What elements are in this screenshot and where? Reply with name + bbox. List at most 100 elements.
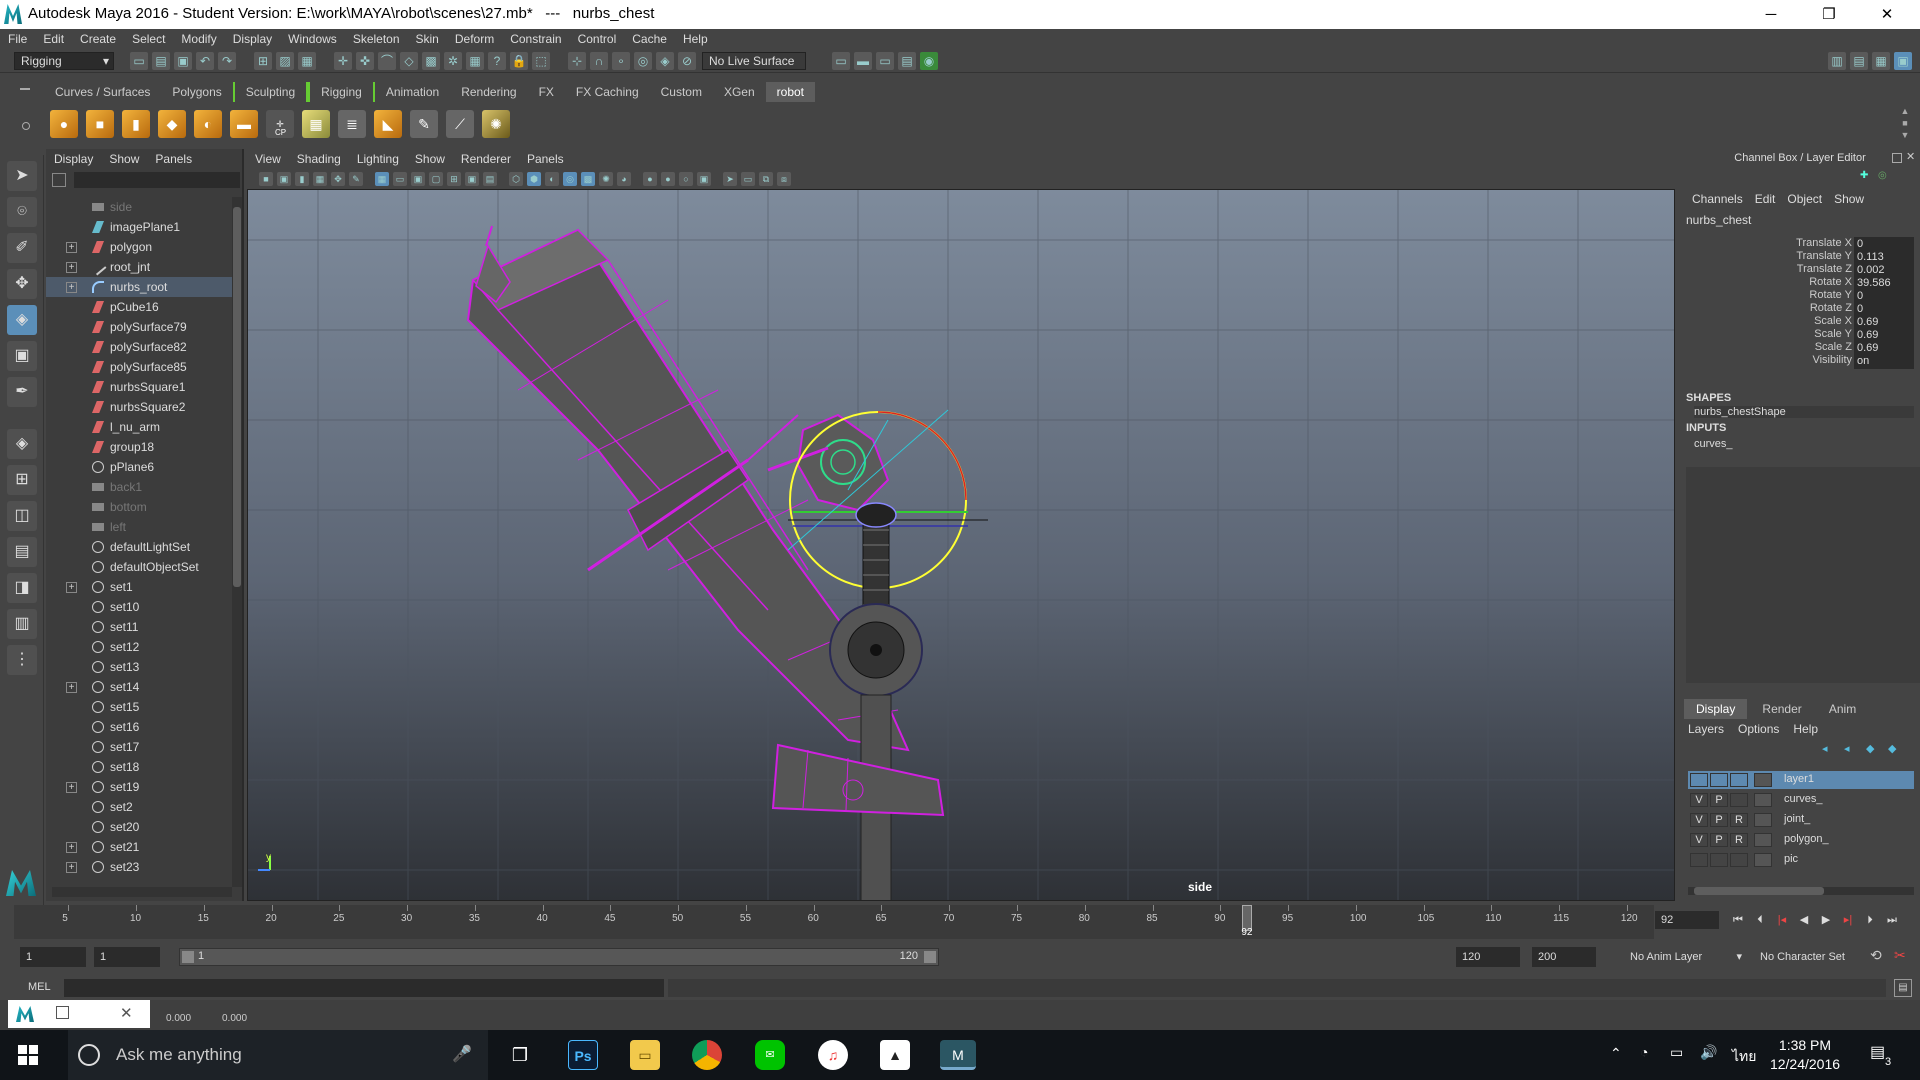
shelf-tab-curves-surfaces[interactable]: Curves / Surfaces (44, 82, 161, 102)
step-forward-frame-icon[interactable]: ⏵ (1861, 911, 1879, 929)
channel-row[interactable]: Visibility on (1680, 354, 1916, 370)
outliner-menu-display[interactable]: Display (46, 149, 101, 169)
range-slider[interactable]: 1 120 (179, 948, 939, 966)
hypershade-icon[interactable]: ◉ (920, 51, 938, 70)
outliner-item[interactable]: imagePlane1 (46, 217, 232, 237)
outliner-item[interactable]: nurbsSquare2 (46, 397, 232, 417)
side-by-side-layout-icon[interactable]: ◫ (7, 501, 37, 531)
layer-menu-options[interactable]: Options (1738, 722, 1793, 736)
motion-blur-icon[interactable]: ● (661, 172, 675, 186)
menu-display[interactable]: Display (225, 29, 280, 49)
depth-of-field-icon[interactable]: ▣ (697, 172, 711, 186)
restore-button[interactable]: ❐ (1800, 0, 1858, 29)
grease-pencil-icon[interactable]: ✎ (349, 172, 363, 186)
outliner-scrollbar[interactable] (232, 197, 242, 887)
render-view-icon[interactable]: ▭ (832, 51, 850, 70)
cb-menu-object[interactable]: Object (1775, 192, 1822, 206)
float-panel-icon[interactable] (1892, 153, 1902, 163)
redo-icon[interactable]: ↷ (218, 51, 236, 70)
shelf-tab-xgen[interactable]: XGen (713, 82, 766, 102)
end-time-field[interactable]: 200 (1532, 947, 1596, 967)
snap-grid-icon[interactable]: ⊹ (568, 51, 586, 70)
cylinder-shelf-icon[interactable]: ▮ (122, 110, 150, 138)
filter-icon[interactable] (52, 173, 66, 187)
outliner-item[interactable]: pCube16 (46, 297, 232, 317)
outliner-item[interactable]: set13 (46, 657, 232, 677)
script-editor-icon[interactable]: ▤ (1894, 979, 1912, 997)
microphone-icon[interactable]: 🎤 (452, 1030, 472, 1080)
viewport-side[interactable]: y side (247, 189, 1675, 901)
expand-icon[interactable]: + (66, 682, 77, 693)
outliner-item[interactable]: pPlane6 (46, 457, 232, 477)
menu-modify[interactable]: Modify (173, 29, 224, 49)
layer-horizontal-scrollbar[interactable] (1688, 887, 1914, 895)
cb-menu-edit[interactable]: Edit (1743, 192, 1776, 206)
xray-joints-icon[interactable]: ⧉ (759, 172, 773, 186)
select-curve-icon[interactable]: ⌒ (378, 51, 396, 70)
photos-icon[interactable]: ▲ (880, 1040, 910, 1070)
shelf-tab-fx-caching[interactable]: FX Caching (565, 82, 650, 102)
layer-color-swatch[interactable] (1754, 833, 1772, 847)
grid-toggle-icon[interactable]: ▦ (375, 172, 389, 186)
command-language-label[interactable]: MEL (28, 981, 51, 993)
line-app-icon[interactable]: ✉ (755, 1040, 785, 1070)
move-layer-up-icon[interactable]: ◂ (1822, 742, 1844, 755)
menu-help[interactable]: Help (675, 29, 716, 49)
layer-row[interactable]: layer1 (1688, 771, 1914, 789)
shelf-tab-sculpting[interactable]: Sculpting (232, 82, 309, 102)
center-pivot-shelf-icon[interactable]: ✛ CP (266, 110, 294, 138)
layer-tab-display[interactable]: Display (1684, 699, 1748, 719)
itunes-icon[interactable]: ♫ (818, 1040, 848, 1070)
viewport-menu-shading[interactable]: Shading (289, 149, 349, 169)
snap-surface-icon[interactable]: ◈ (656, 51, 674, 70)
elbow-joint-mesh[interactable] (767, 413, 890, 512)
select-component-icon[interactable]: ▦ (298, 51, 316, 70)
task-view-icon[interactable]: ❐ (505, 1040, 535, 1070)
outliner-item[interactable]: group18 (46, 437, 232, 457)
outliner-scroll-thumb[interactable] (233, 207, 241, 587)
layers-shelf-icon[interactable]: ≣ (338, 110, 366, 138)
more-layouts-icon[interactable]: ⋮ (7, 645, 37, 675)
new-empty-layer-icon[interactable]: ◆ (1866, 742, 1888, 755)
cortana-search-box[interactable]: Ask me anything 🎤 (68, 1030, 488, 1080)
lasso-tool-icon[interactable]: ⌾ (7, 197, 37, 227)
layer-visibility-toggle[interactable]: V (1690, 813, 1708, 827)
live-icon[interactable]: ⊘ (678, 51, 696, 70)
show-hidden-icons-icon[interactable]: ⌃ (1610, 1045, 1622, 1062)
layer-color-swatch[interactable] (1754, 813, 1772, 827)
snap-view-icon[interactable]: ◎ (634, 51, 652, 70)
tool-settings-icon[interactable]: ▦ (1872, 51, 1890, 70)
layer-row[interactable]: V Pcurves_ (1688, 791, 1914, 809)
viewport-scene[interactable] (248, 190, 1675, 901)
select-handle-icon[interactable]: ✛ (334, 51, 352, 70)
menuset-dropdown[interactable]: Rigging ▾ (14, 51, 114, 70)
select-dynamic-icon[interactable]: ✲ (444, 51, 462, 70)
safe-title-icon[interactable]: ▤ (483, 172, 497, 186)
layer-visibility-toggle[interactable]: V (1690, 833, 1708, 847)
pencil-shelf-icon[interactable]: ✎ (410, 110, 438, 138)
cb-menu-show[interactable]: Show (1822, 192, 1864, 206)
hypershade-layout-icon[interactable]: ▥ (7, 609, 37, 639)
resolution-gate-icon[interactable]: ▣ (411, 172, 425, 186)
move-layer-down-icon[interactable]: ◂ (1844, 742, 1866, 755)
menu-control[interactable]: Control (570, 29, 625, 49)
shelf-tab-rendering[interactable]: Rendering (450, 82, 527, 102)
layer-color-swatch[interactable] (1754, 853, 1772, 867)
cb-menu-channels[interactable]: Channels (1680, 192, 1743, 206)
network-icon[interactable]: ◔ (1640, 1044, 1648, 1060)
viewport-menu-panels[interactable]: Panels (519, 149, 572, 169)
step-back-key-icon[interactable]: |◂ (1773, 911, 1791, 929)
last-tool-icon[interactable]: ✒ (7, 377, 37, 407)
expand-icon[interactable]: + (66, 242, 77, 253)
viewport-menu-renderer[interactable]: Renderer (453, 149, 519, 169)
layer-visibility-toggle[interactable] (1690, 853, 1708, 867)
new-scene-icon[interactable]: ▭ (130, 51, 148, 70)
file-explorer-icon[interactable]: ▭ (630, 1040, 660, 1070)
default-material-icon[interactable]: ◐ (545, 172, 559, 186)
menu-deform[interactable]: Deform (447, 29, 502, 49)
bevel-shelf-icon[interactable]: ◣ (374, 110, 402, 138)
viewport-menu-lighting[interactable]: Lighting (349, 149, 407, 169)
outliner-menu-panels[interactable]: Panels (147, 149, 200, 169)
layer-playback-toggle[interactable] (1710, 773, 1728, 787)
input-language-indicator[interactable]: ไทย (1732, 1046, 1756, 1068)
